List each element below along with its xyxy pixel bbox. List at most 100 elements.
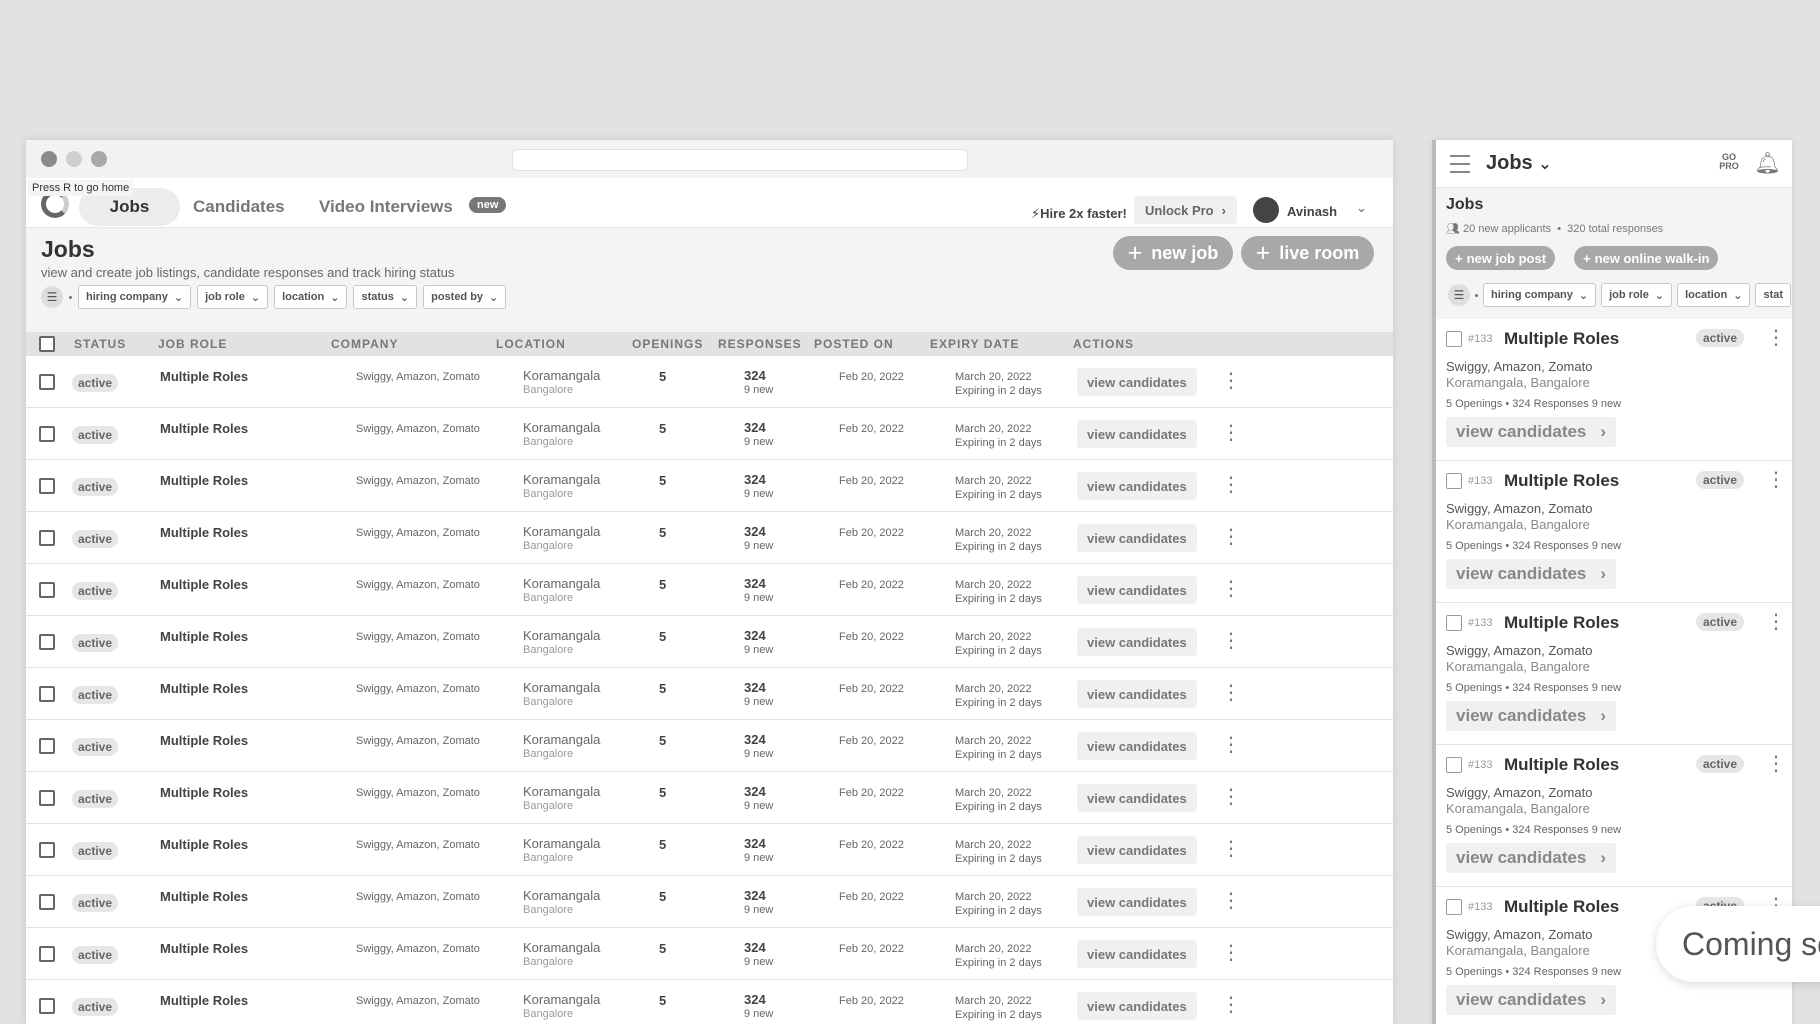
more-options-icon[interactable]: ⋮ <box>1766 467 1786 492</box>
list-item[interactable]: #133 Multiple Roles active ⋮ Swiggy, Ama… <box>1436 461 1792 603</box>
row-checkbox[interactable] <box>39 530 55 546</box>
maximize-window-button[interactable] <box>91 151 107 167</box>
list-item[interactable]: #133 Multiple Roles active ⋮ Swiggy, Ama… <box>1436 319 1792 461</box>
mobile-title[interactable]: Jobs ⌄ <box>1486 152 1552 175</box>
view-candidates-button[interactable]: view candidates <box>1077 524 1197 552</box>
table-row[interactable]: active Multiple Roles Swiggy, Amazon, Zo… <box>26 564 1393 616</box>
table-row[interactable]: active Multiple Roles Swiggy, Amazon, Zo… <box>26 876 1393 928</box>
table-row[interactable]: active Multiple Roles Swiggy, Amazon, Zo… <box>26 668 1393 720</box>
table-row[interactable]: active Multiple Roles Swiggy, Amazon, Zo… <box>26 928 1393 980</box>
view-candidates-button[interactable]: view candidates <box>1077 940 1197 968</box>
more-options-icon[interactable]: ⋮ <box>1221 683 1241 703</box>
view-candidates-button[interactable]: view candidates <box>1077 472 1197 500</box>
card-checkbox[interactable] <box>1446 757 1462 773</box>
table-row[interactable]: active Multiple Roles Swiggy, Amazon, Zo… <box>26 772 1393 824</box>
view-candidates-button[interactable]: view candidates › <box>1446 559 1617 589</box>
card-checkbox[interactable] <box>1446 331 1462 347</box>
job-role[interactable]: Multiple Roles <box>160 889 248 904</box>
more-options-icon[interactable]: ⋮ <box>1221 527 1241 547</box>
filter-hiring-company[interactable]: hiring company ⌄ <box>1483 283 1597 307</box>
filter-location[interactable]: location ⌄ <box>274 285 348 309</box>
new-online-walk-in-button[interactable]: + new online walk-in <box>1574 246 1719 270</box>
more-options-icon[interactable]: ⋮ <box>1221 735 1241 755</box>
filter-location[interactable]: location ⌄ <box>1677 283 1751 307</box>
live-room-button[interactable]: + live room <box>1241 236 1374 270</box>
view-candidates-button[interactable]: view candidates <box>1077 576 1197 604</box>
row-checkbox[interactable] <box>39 582 55 598</box>
job-role[interactable]: Multiple Roles <box>160 473 248 488</box>
filter-job-role[interactable]: job role ⌄ <box>197 285 269 309</box>
unlock-pro-button[interactable]: Unlock Pro › <box>1134 196 1237 224</box>
chevron-down-icon[interactable]: ⌄ <box>1356 200 1367 216</box>
job-role[interactable]: Multiple Roles <box>1504 613 1619 633</box>
tab-video-interviews[interactable]: Video Interviews <box>319 188 453 226</box>
view-candidates-button[interactable]: view candidates <box>1077 680 1197 708</box>
address-bar[interactable] <box>512 149 968 171</box>
filter-job-role[interactable]: job role ⌄ <box>1601 283 1673 307</box>
job-role[interactable]: Multiple Roles <box>160 577 248 592</box>
filter-hiring-company[interactable]: hiring company ⌄ <box>78 285 192 309</box>
job-role[interactable]: Multiple Roles <box>160 629 248 644</box>
avatar[interactable] <box>1253 197 1279 223</box>
view-candidates-button[interactable]: view candidates › <box>1446 701 1617 731</box>
card-checkbox[interactable] <box>1446 615 1462 631</box>
job-role[interactable]: Multiple Roles <box>160 421 248 436</box>
row-checkbox[interactable] <box>39 478 55 494</box>
filter-icon[interactable]: ☰ <box>41 286 63 308</box>
table-row[interactable]: active Multiple Roles Swiggy, Amazon, Zo… <box>26 460 1393 512</box>
job-role[interactable]: Multiple Roles <box>160 993 248 1008</box>
tab-candidates[interactable]: Candidates <box>193 188 285 226</box>
more-options-icon[interactable]: ⋮ <box>1766 609 1786 634</box>
job-role[interactable]: Multiple Roles <box>160 369 248 384</box>
more-options-icon[interactable]: ⋮ <box>1766 325 1786 350</box>
filter-icon[interactable]: ☰ <box>1448 284 1470 306</box>
more-options-icon[interactable]: ⋮ <box>1221 631 1241 651</box>
select-all-checkbox[interactable] <box>39 336 55 352</box>
job-role[interactable]: Multiple Roles <box>1504 329 1619 349</box>
more-options-icon[interactable]: ⋮ <box>1221 475 1241 495</box>
view-candidates-button[interactable]: view candidates › <box>1446 417 1617 447</box>
minimize-window-button[interactable] <box>66 151 82 167</box>
row-checkbox[interactable] <box>39 946 55 962</box>
view-candidates-button[interactable]: view candidates › <box>1446 985 1617 1015</box>
hamburger-menu-icon[interactable] <box>1450 155 1470 173</box>
view-candidates-button[interactable]: view candidates <box>1077 888 1197 916</box>
table-row[interactable]: active Multiple Roles Swiggy, Amazon, Zo… <box>26 408 1393 460</box>
new-job-post-button[interactable]: + new job post <box>1446 246 1556 270</box>
job-role[interactable]: Multiple Roles <box>160 525 248 540</box>
new-job-button[interactable]: + new job <box>1113 236 1233 270</box>
row-checkbox[interactable] <box>39 842 55 858</box>
job-role[interactable]: Multiple Roles <box>1504 897 1619 917</box>
view-candidates-button[interactable]: view candidates <box>1077 628 1197 656</box>
job-role[interactable]: Multiple Roles <box>160 785 248 800</box>
list-item[interactable]: #133 Multiple Roles active ⋮ Swiggy, Ama… <box>1436 603 1792 745</box>
view-candidates-button[interactable]: view candidates <box>1077 836 1197 864</box>
table-row[interactable]: active Multiple Roles Swiggy, Amazon, Zo… <box>26 356 1393 408</box>
more-options-icon[interactable]: ⋮ <box>1766 751 1786 776</box>
row-checkbox[interactable] <box>39 738 55 754</box>
more-options-icon[interactable]: ⋮ <box>1221 891 1241 911</box>
row-checkbox[interactable] <box>39 790 55 806</box>
view-candidates-button[interactable]: view candidates › <box>1446 843 1617 873</box>
go-pro-icon[interactable]: GO PRO <box>1717 153 1741 171</box>
row-checkbox[interactable] <box>39 998 55 1014</box>
table-row[interactable]: active Multiple Roles Swiggy, Amazon, Zo… <box>26 824 1393 876</box>
job-role[interactable]: Multiple Roles <box>1504 755 1619 775</box>
user-name[interactable]: Avinash <box>1287 204 1337 219</box>
view-candidates-button[interactable]: view candidates <box>1077 784 1197 812</box>
row-checkbox[interactable] <box>39 426 55 442</box>
more-options-icon[interactable]: ⋮ <box>1221 839 1241 859</box>
table-row[interactable]: active Multiple Roles Swiggy, Amazon, Zo… <box>26 980 1393 1024</box>
more-options-icon[interactable]: ⋮ <box>1221 787 1241 807</box>
filter-status[interactable]: stat <box>1755 283 1792 307</box>
row-checkbox[interactable] <box>39 686 55 702</box>
row-checkbox[interactable] <box>39 894 55 910</box>
job-role[interactable]: Multiple Roles <box>160 733 248 748</box>
table-row[interactable]: active Multiple Roles Swiggy, Amazon, Zo… <box>26 720 1393 772</box>
more-options-icon[interactable]: ⋮ <box>1221 371 1241 391</box>
filter-status[interactable]: status ⌄ <box>353 285 418 309</box>
more-options-icon[interactable]: ⋮ <box>1221 423 1241 443</box>
job-role[interactable]: Multiple Roles <box>160 941 248 956</box>
table-row[interactable]: active Multiple Roles Swiggy, Amazon, Zo… <box>26 512 1393 564</box>
view-candidates-button[interactable]: view candidates <box>1077 732 1197 760</box>
